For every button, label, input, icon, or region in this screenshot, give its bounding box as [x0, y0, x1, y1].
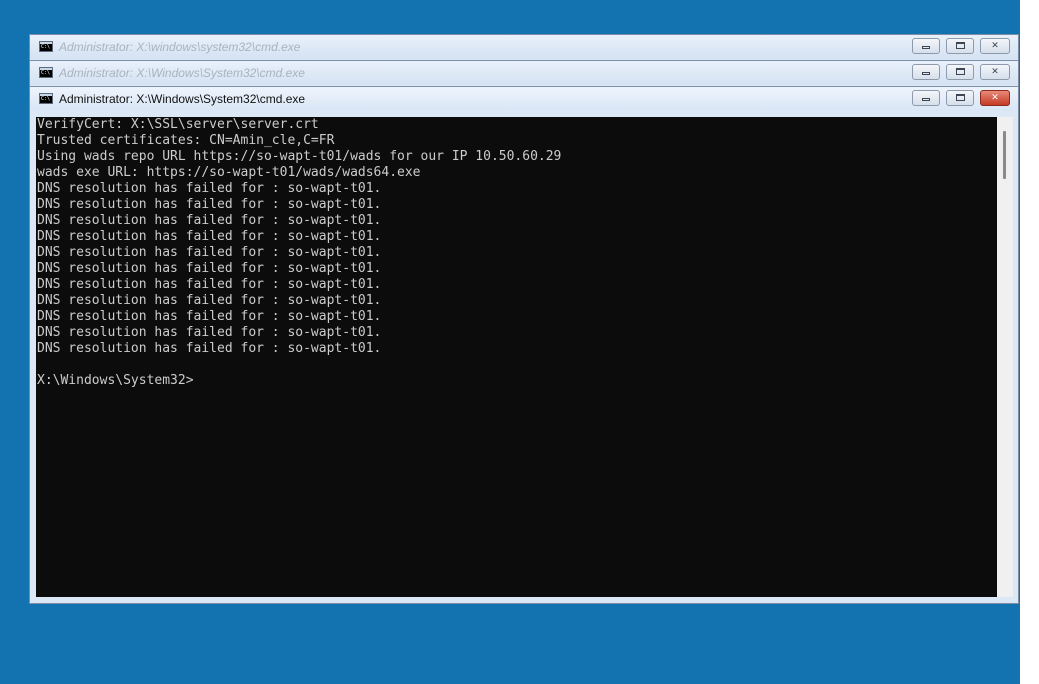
vertical-scrollbar[interactable] — [997, 117, 1013, 597]
window-title: Administrator: X:\Windows\System32\cmd.e… — [59, 92, 306, 106]
window-title: Administrator: X:\windows\system32\cmd.e… — [59, 40, 301, 54]
console-line: Using wads repo URL https://so-wapt-t01/… — [37, 149, 562, 164]
cmd-icon[interactable] — [39, 67, 53, 78]
console-text: VerifyCert: X:\SSL\server\server.crt Trus… — [36, 117, 997, 389]
desktop-right-edge — [1020, 0, 1039, 684]
cmd-icon[interactable] — [39, 93, 53, 104]
close-button[interactable]: ✕ — [980, 90, 1010, 106]
titlebar[interactable]: Administrator: X:\Windows\System32\cmd.e… — [30, 87, 1018, 111]
minimize-button[interactable] — [912, 90, 940, 106]
console-line: DNS resolution has failed for : so-wapt-… — [37, 229, 382, 244]
minimize-button[interactable] — [912, 38, 940, 54]
console-line: DNS resolution has failed for : so-wapt-… — [37, 261, 382, 276]
console-line: DNS resolution has failed for : so-wapt-… — [37, 213, 382, 228]
scrollbar-thumb[interactable] — [1003, 131, 1006, 179]
console-line: DNS resolution has failed for : so-wapt-… — [37, 325, 382, 340]
minimize-icon — [922, 46, 930, 49]
maximize-icon — [955, 41, 965, 49]
close-button[interactable]: ✕ — [980, 64, 1010, 80]
maximize-icon — [955, 67, 965, 75]
titlebar[interactable]: Administrator: X:\windows\system32\cmd.e… — [30, 35, 1018, 59]
minimize-icon — [922, 98, 930, 101]
console-line: Trusted certificates: CN=Amin_cle,C=FR — [37, 133, 335, 148]
console-line: DNS resolution has failed for : so-wapt-… — [37, 309, 382, 324]
console-output[interactable]: VerifyCert: X:\SSL\server\server.crt Trus… — [36, 117, 997, 597]
maximize-button[interactable] — [946, 90, 974, 106]
titlebar[interactable]: Administrator: X:\Windows\System32\cmd.e… — [30, 61, 1018, 85]
maximize-icon — [955, 93, 965, 101]
console-line: DNS resolution has failed for : so-wapt-… — [37, 341, 382, 356]
cmd-window-active[interactable]: Administrator: X:\Windows\System32\cmd.e… — [29, 86, 1019, 604]
window-title: Administrator: X:\Windows\System32\cmd.e… — [59, 66, 305, 80]
console-line: wads exe URL: https://so-wapt-t01/wads/w… — [37, 165, 421, 180]
console-line: DNS resolution has failed for : so-wapt-… — [37, 181, 382, 196]
maximize-button[interactable] — [946, 64, 974, 80]
close-icon: ✕ — [991, 93, 999, 103]
cmd-icon[interactable] — [39, 41, 53, 52]
console-line: DNS resolution has failed for : so-wapt-… — [37, 245, 382, 260]
console-line: DNS resolution has failed for : so-wapt-… — [37, 293, 382, 308]
close-button[interactable]: ✕ — [980, 38, 1010, 54]
console-line: VerifyCert: X:\SSL\server\server.crt — [37, 117, 319, 132]
console-line: X:\Windows\System32> — [37, 373, 194, 388]
maximize-button[interactable] — [946, 38, 974, 54]
close-icon: ✕ — [991, 41, 999, 51]
console-line: DNS resolution has failed for : so-wapt-… — [37, 197, 382, 212]
close-icon: ✕ — [991, 67, 999, 77]
minimize-button[interactable] — [912, 64, 940, 80]
minimize-icon — [922, 72, 930, 75]
console-line: DNS resolution has failed for : so-wapt-… — [37, 277, 382, 292]
